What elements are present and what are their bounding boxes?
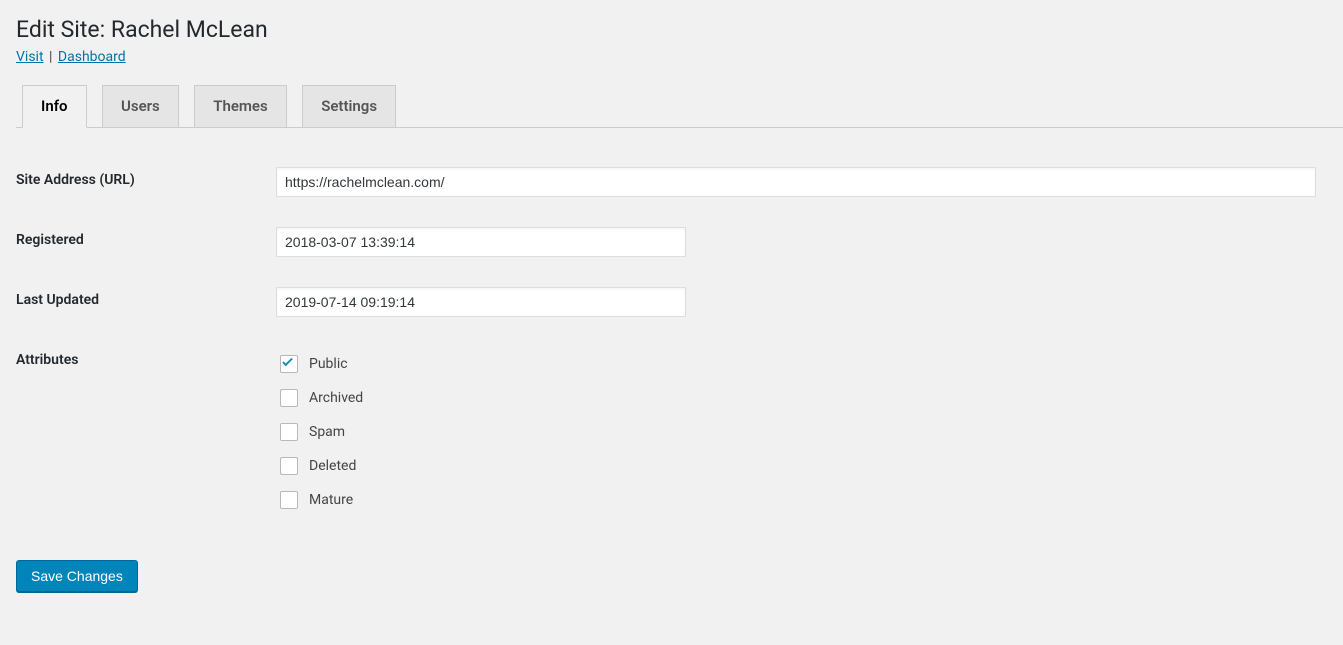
page-title: Edit Site: Rachel McLean (16, 10, 1343, 43)
save-changes-button[interactable]: Save Changes (16, 560, 138, 592)
tab-bar: Info Users Themes Settings (16, 85, 1343, 128)
attribute-label-public[interactable]: Public (309, 356, 348, 372)
attribute-label-spam[interactable]: Spam (309, 424, 345, 440)
form-table: Site Address (URL) Registered Last Updat… (16, 152, 1343, 532)
attribute-row-spam: Spam (276, 415, 1333, 449)
attribute-row-archived: Archived (276, 381, 1333, 415)
attribute-row-deleted: Deleted (276, 449, 1333, 483)
attribute-checkbox-deleted[interactable] (280, 457, 298, 475)
attribute-label-deleted[interactable]: Deleted (309, 458, 356, 474)
tab-users[interactable]: Users (102, 85, 179, 128)
registered-input[interactable] (276, 227, 686, 257)
attribute-checkbox-mature[interactable] (280, 491, 298, 509)
attribute-row-public: Public (276, 347, 1333, 381)
attribute-row-mature: Mature (276, 483, 1333, 517)
attribute-label-mature[interactable]: Mature (309, 492, 353, 508)
attributes-cell: Public Archived Spam Deleted Mature (276, 332, 1343, 532)
attribute-checkbox-public[interactable] (280, 355, 298, 373)
registered-label: Registered (16, 212, 276, 272)
attribute-checkbox-archived[interactable] (280, 389, 298, 407)
separator: | (47, 49, 54, 65)
attribute-checkbox-spam[interactable] (280, 423, 298, 441)
last-updated-label: Last Updated (16, 272, 276, 332)
tab-themes[interactable]: Themes (194, 85, 286, 128)
last-updated-input[interactable] (276, 287, 686, 317)
tab-settings[interactable]: Settings (302, 85, 396, 128)
dashboard-link[interactable]: Dashboard (58, 49, 126, 65)
tab-info[interactable]: Info (22, 85, 87, 128)
subtitle-links: Visit | Dashboard (16, 49, 1343, 65)
attribute-label-archived[interactable]: Archived (309, 390, 363, 406)
visit-link[interactable]: Visit (16, 49, 44, 65)
attributes-label: Attributes (16, 332, 276, 532)
site-address-label: Site Address (URL) (16, 152, 276, 212)
site-address-input[interactable] (276, 167, 1316, 197)
